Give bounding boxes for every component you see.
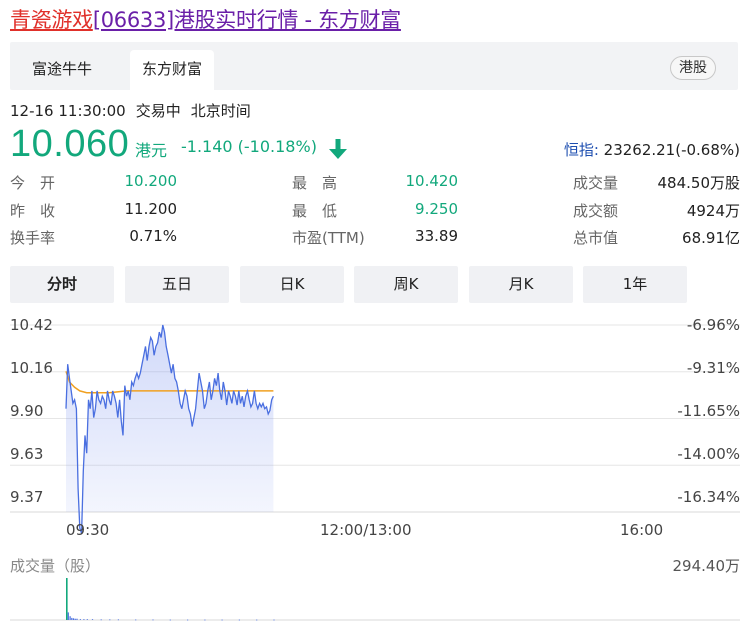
x-tick: 16:00 [620, 521, 664, 539]
volume-bar [79, 619, 81, 620]
volume-bar [100, 619, 102, 621]
volume-bar [117, 619, 119, 621]
volume-bar [135, 619, 137, 621]
y-tick-left: 10.16 [10, 359, 53, 377]
y-tick-left: 9.37 [10, 488, 44, 506]
volume-bar [187, 619, 189, 621]
volume-bar [169, 619, 171, 621]
volume-label: 成交量（股） [10, 557, 101, 575]
volume-bar [83, 619, 85, 620]
volume-bar [69, 616, 71, 620]
y-tick-right: -6.96% [686, 316, 740, 334]
volume-bar [152, 619, 154, 621]
volume-bar [86, 619, 88, 620]
price-area [66, 325, 274, 534]
volume-bar [72, 618, 75, 620]
volume-bar [91, 619, 94, 620]
x-tick: 12:00/13:00 [320, 521, 412, 539]
volume-bar [76, 618, 78, 620]
volume-bars [66, 578, 275, 621]
volume-bar [66, 578, 68, 620]
volume-bar [74, 618, 76, 620]
y-tick-left: 10.42 [10, 316, 53, 334]
volume-bar [238, 619, 240, 621]
volume-bar [109, 619, 111, 621]
y-tick-right: -9.31% [686, 359, 740, 377]
y-tick-right: -16.34% [677, 488, 740, 506]
volume-bar [71, 617, 73, 620]
volume-bar [204, 619, 206, 621]
y-tick-left: 9.90 [10, 402, 44, 420]
volume-bar [221, 619, 223, 621]
y-tick-left: 9.63 [10, 445, 44, 463]
volume-bar [273, 619, 275, 621]
volume-bar [67, 612, 69, 620]
volume-bar [256, 619, 258, 621]
y-tick-right: -11.65% [677, 402, 740, 420]
y-tick-right: -14.00% [677, 445, 740, 463]
volume-max-label: 294.40万 [672, 557, 741, 575]
x-tick: 09:30 [66, 521, 110, 539]
